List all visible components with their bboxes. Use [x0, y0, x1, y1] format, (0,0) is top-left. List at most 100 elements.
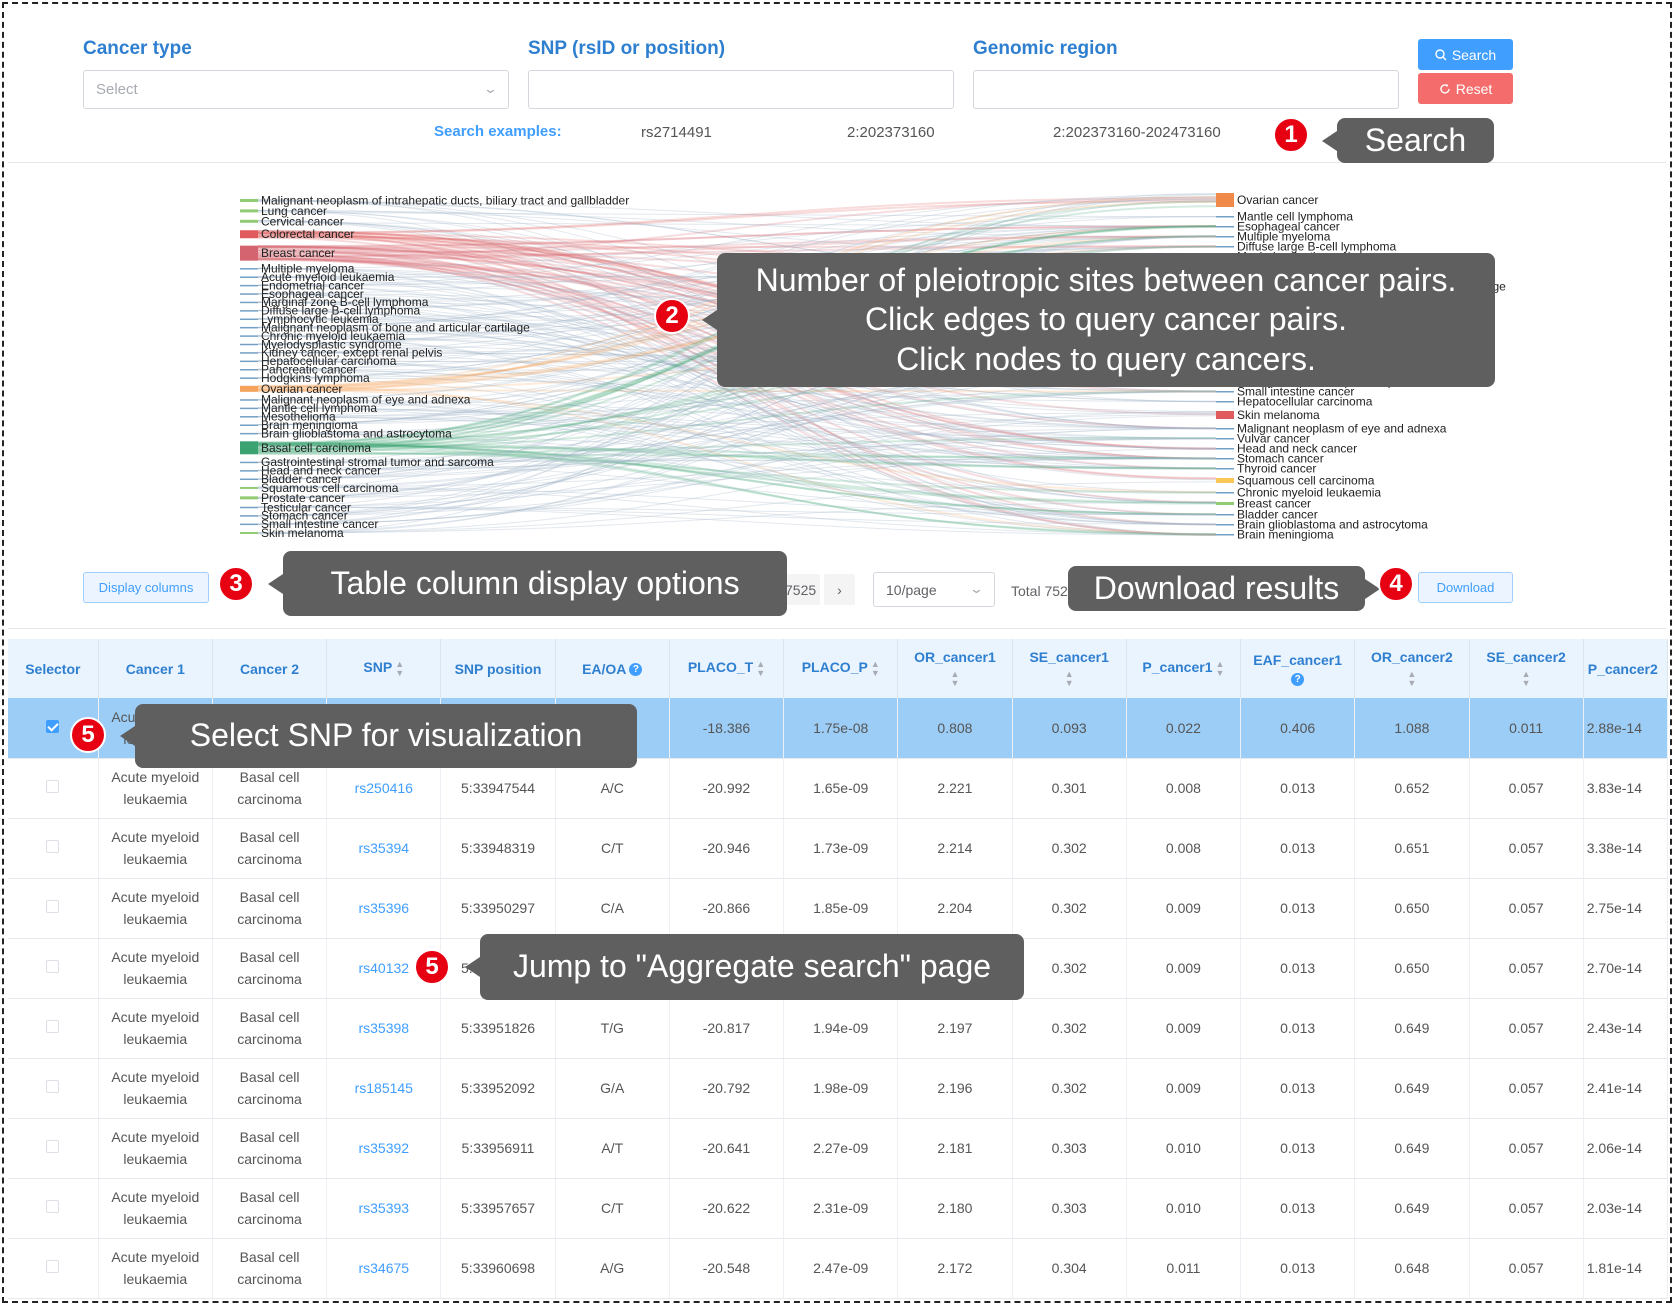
sankey-node-left[interactable]: [240, 326, 258, 329]
row-selector[interactable]: [8, 998, 99, 1059]
sankey-node-left[interactable]: [240, 209, 258, 213]
sankey-node-left[interactable]: [240, 199, 258, 202]
row-checkbox[interactable]: [46, 719, 60, 733]
sankey-node-right[interactable]: [1216, 478, 1234, 483]
sankey-node-right[interactable]: [1216, 411, 1234, 419]
cell-snp[interactable]: rs35394: [326, 818, 442, 879]
sankey-node-right[interactable]: [1216, 428, 1234, 430]
sankey-node-left[interactable]: [240, 515, 258, 517]
table-row[interactable]: Acute myeloid leukaemia Basal cell carcinom…: [8, 1238, 1669, 1299]
row-checkbox[interactable]: [46, 1260, 60, 1273]
sankey-node-left[interactable]: [240, 532, 258, 534]
col-or-cancer1[interactable]: OR_cancer1 ▲ ▼: [897, 639, 1013, 698]
row-selector[interactable]: [8, 1238, 99, 1299]
table-row[interactable]: Acute myeloid leukaemia Basal cell carcinom…: [8, 998, 1669, 1059]
cell-snp[interactable]: rs35392: [326, 1118, 442, 1179]
snp-link[interactable]: rs35393: [358, 1200, 409, 1216]
sankey-node-left[interactable]: [240, 486, 258, 489]
sankey-node-right[interactable]: [1216, 524, 1234, 526]
row-selector[interactable]: [8, 938, 99, 999]
row-checkbox[interactable]: [46, 1140, 60, 1153]
sankey-node-left[interactable]: [240, 470, 258, 472]
sankey-node-left[interactable]: [240, 385, 258, 392]
sankey-node-left[interactable]: [240, 245, 258, 261]
sort-icon[interactable]: ▲ ▼: [1215, 659, 1224, 678]
sankey-node-left[interactable]: [240, 424, 258, 426]
col-se-cancer2[interactable]: SE_cancer2 ▲ ▼: [1469, 639, 1584, 698]
cell-snp[interactable]: rs35396: [326, 878, 442, 939]
sort-icon[interactable]: ▲ ▼: [902, 670, 1007, 688]
sankey-node-label[interactable]: Skin melanoma: [261, 526, 344, 540]
col-snp[interactable]: SNP ▲ ▼: [326, 639, 442, 698]
sankey-node-right[interactable]: [1216, 193, 1234, 207]
sankey-node-left[interactable]: [240, 496, 258, 500]
sankey-node-left[interactable]: [240, 310, 258, 312]
sankey-node-left[interactable]: [240, 343, 258, 346]
cell-snp[interactable]: rs35398: [326, 998, 442, 1059]
sankey-node-left[interactable]: [240, 399, 258, 401]
sankey-node-left[interactable]: [240, 416, 258, 418]
sankey-node-label[interactable]: Cervical cancer: [261, 214, 344, 228]
table-row[interactable]: Acute myeloid leukaemia Basal cell carcinom…: [8, 1178, 1669, 1239]
row-selector[interactable]: [8, 878, 99, 939]
display-columns-button[interactable]: Display columns: [83, 572, 209, 603]
sankey-node-label[interactable]: Skin melanoma: [1237, 408, 1320, 422]
sankey-node-label[interactable]: Ovarian cancer: [1237, 193, 1318, 207]
sankey-node-label[interactable]: Colorectal cancer: [261, 227, 354, 241]
sankey-node-left[interactable]: [240, 506, 258, 509]
table-row[interactable]: Acute myeloid leukaemia Basal cell carcinom…: [8, 1118, 1669, 1179]
sort-icon[interactable]: ▲ ▼: [395, 659, 404, 678]
sankey-node-label[interactable]: Hepatocellular carcinoma: [1237, 395, 1373, 409]
sankey-node-label[interactable]: Basal cell carcinoma: [261, 441, 371, 455]
sankey-node-left[interactable]: [240, 461, 258, 464]
snp-link[interactable]: rs35396: [358, 900, 409, 916]
sankey-node-left[interactable]: [240, 352, 258, 354]
row-checkbox[interactable]: [46, 780, 60, 793]
sankey-node-left[interactable]: [240, 230, 258, 239]
row-selector[interactable]: [8, 1118, 99, 1179]
snp-link[interactable]: rs185145: [355, 1080, 413, 1096]
col-se-cancer1[interactable]: SE_cancer1 ▲ ▼: [1012, 639, 1127, 698]
sankey-node-right[interactable]: [1216, 458, 1234, 460]
col-p-cancer1[interactable]: P_cancer1 ▲ ▼: [1126, 639, 1242, 698]
row-selector[interactable]: [8, 1058, 99, 1119]
sankey-node-right[interactable]: [1216, 391, 1234, 393]
sankey-node-right[interactable]: [1216, 534, 1234, 536]
sort-icon[interactable]: ▲ ▼: [871, 659, 880, 678]
page-size-select[interactable]: 10/page ⌄: [873, 572, 995, 607]
download-button[interactable]: Download: [1418, 572, 1513, 603]
sankey-node-right[interactable]: [1216, 401, 1234, 403]
col-placo-p[interactable]: PLACO_P ▲ ▼: [783, 639, 899, 698]
cell-snp[interactable]: rs35393: [326, 1178, 442, 1239]
sankey-node-right[interactable]: [1216, 468, 1234, 470]
sankey-node-left[interactable]: [240, 318, 258, 321]
sankey-node-left[interactable]: [240, 335, 258, 337]
sankey-node-label[interactable]: Brain glioblastoma and astrocytoma: [261, 426, 452, 440]
sankey-node-left[interactable]: [240, 268, 258, 270]
col-or-cancer2[interactable]: OR_cancer2 ▲ ▼: [1354, 639, 1470, 698]
sankey-node-right[interactable]: [1216, 514, 1234, 516]
sankey-node-left[interactable]: [240, 441, 258, 455]
sort-icon[interactable]: ▲ ▼: [1474, 670, 1579, 688]
sankey-node-right[interactable]: [1216, 502, 1234, 505]
sankey-node-left[interactable]: [240, 293, 258, 295]
sankey-node-left[interactable]: [240, 276, 258, 278]
row-selector[interactable]: [8, 818, 99, 879]
row-checkbox[interactable]: [46, 1020, 60, 1033]
sankey-node-left[interactable]: [240, 369, 258, 371]
sankey-node-right[interactable]: [1216, 216, 1234, 218]
snp-link[interactable]: rs35398: [358, 1020, 409, 1036]
sankey-node-left[interactable]: [240, 478, 258, 481]
sankey-node-left[interactable]: [240, 432, 258, 435]
sankey-node-right[interactable]: [1216, 492, 1234, 494]
sankey-node-right[interactable]: [1216, 226, 1234, 228]
sankey-node-left[interactable]: [240, 523, 258, 526]
table-row[interactable]: Acute myeloid leukaemia Basal cell carcinom…: [8, 878, 1669, 939]
snp-link[interactable]: rs35394: [358, 840, 409, 856]
snp-link[interactable]: rs250416: [355, 780, 413, 796]
sankey-link[interactable]: [257, 222, 1217, 227]
sankey-node-left[interactable]: [240, 219, 258, 223]
sankey-node-left[interactable]: [240, 301, 258, 304]
sankey-node-right[interactable]: [1216, 448, 1234, 450]
row-checkbox[interactable]: [46, 960, 60, 973]
